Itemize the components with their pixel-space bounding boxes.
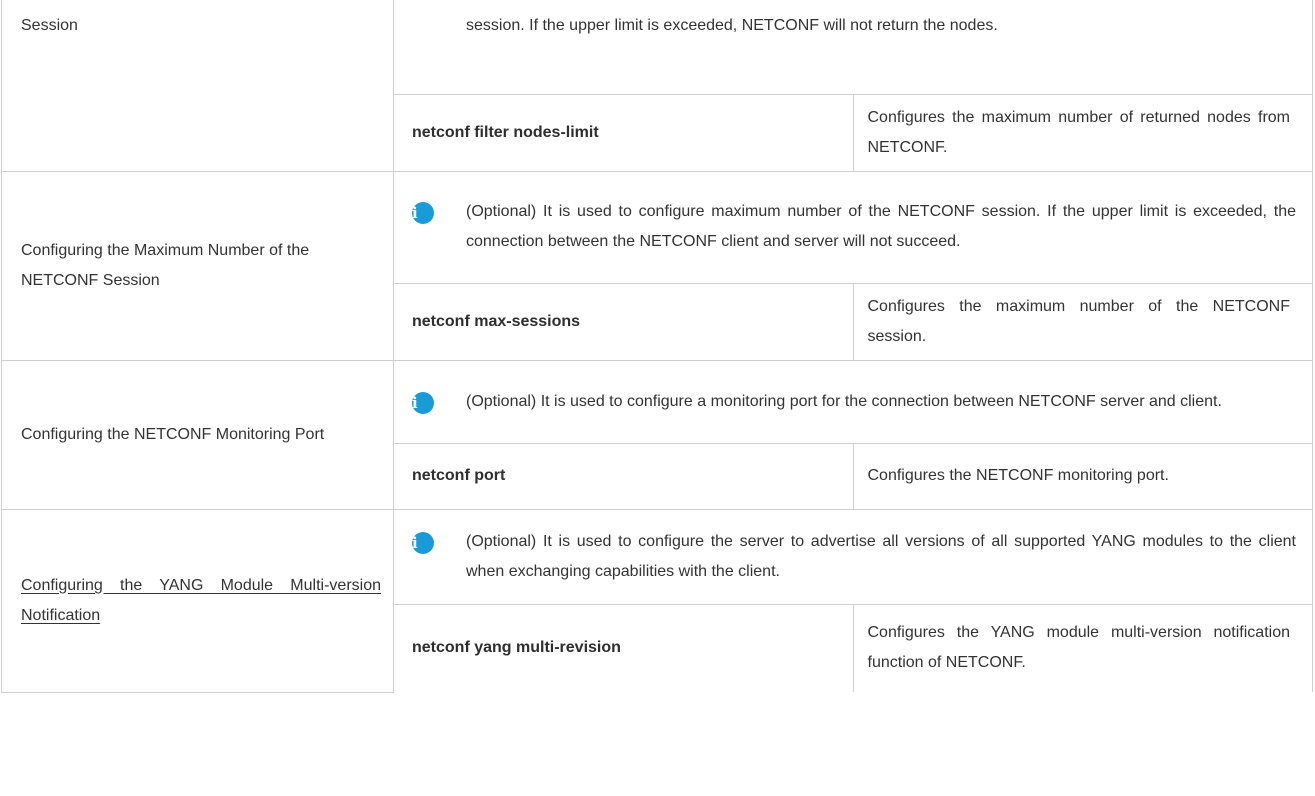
note-text: (Optional) It is used to configure the s… xyxy=(466,532,1296,580)
table-row: Session session. If the upper limit is e… xyxy=(1,0,1313,172)
note-text: (Optional) It is used to configure maxim… xyxy=(466,203,1296,250)
info-icon: i xyxy=(412,202,434,224)
description-cell: Configures the NETCONF monitoring port. xyxy=(852,442,1313,510)
config-name: Configuring the Maximum Number of the NE… xyxy=(21,241,310,289)
command-name: netconf max-sessions xyxy=(412,312,581,330)
command-description: Configures the NETCONF monitoring port. xyxy=(867,467,1169,484)
command-cell: netconf max-sessions xyxy=(393,282,854,361)
config-name-cell[interactable]: Configuring the YANG Module Multi-versio… xyxy=(1,508,394,693)
command-cell: netconf port xyxy=(393,442,854,510)
config-name: Configuring the NETCONF Monitoring Port xyxy=(21,425,325,443)
note-cell: session. If the upper limit is exceeded,… xyxy=(393,0,1313,95)
table-row: Configuring the Maximum Number of the NE… xyxy=(1,170,1313,361)
note-text: session. If the upper limit is exceeded,… xyxy=(466,17,998,34)
command-description: Configures the maximum number of returne… xyxy=(867,108,1291,156)
command-name: netconf port xyxy=(412,467,506,484)
config-name-cell: Configuring the Maximum Number of the NE… xyxy=(1,170,394,361)
description-cell: Configures the maximum number of the NET… xyxy=(852,282,1313,361)
command-name: netconf filter nodes-limit xyxy=(412,123,599,141)
command-name: netconf yang multi-revision xyxy=(412,639,621,657)
command-description: Configures the maximum number of the NET… xyxy=(867,297,1291,345)
description-cell: Configures the YANG module multi-version… xyxy=(852,603,1313,692)
command-cell: netconf filter nodes-limit xyxy=(393,93,854,172)
note-text: (Optional) It is used to configure a mon… xyxy=(466,392,1222,410)
note-cell: i (Optional) It is used to configure a m… xyxy=(393,359,1313,444)
command-description: Configures the YANG module multi-version… xyxy=(867,624,1291,672)
info-icon: i xyxy=(412,391,434,414)
config-name-cell: Configuring the NETCONF Monitoring Port xyxy=(1,359,394,510)
config-name-link[interactable]: Configuring the YANG Module Multi-versio… xyxy=(21,577,381,624)
table-row: Configuring the NETCONF Monitoring Port … xyxy=(1,359,1313,510)
info-icon: i xyxy=(412,531,434,554)
config-name-cell: Session xyxy=(1,0,394,172)
description-cell: Configures the maximum number of returne… xyxy=(852,93,1313,172)
config-name: Session xyxy=(21,17,78,34)
configuration-table: Session session. If the upper limit is e… xyxy=(1,0,1313,693)
note-cell: i (Optional) It is used to configure max… xyxy=(393,170,1313,284)
table-row: Configuring the YANG Module Multi-versio… xyxy=(1,508,1313,693)
note-cell: i (Optional) It is used to configure the… xyxy=(393,508,1313,605)
command-cell: netconf yang multi-revision xyxy=(393,603,854,692)
